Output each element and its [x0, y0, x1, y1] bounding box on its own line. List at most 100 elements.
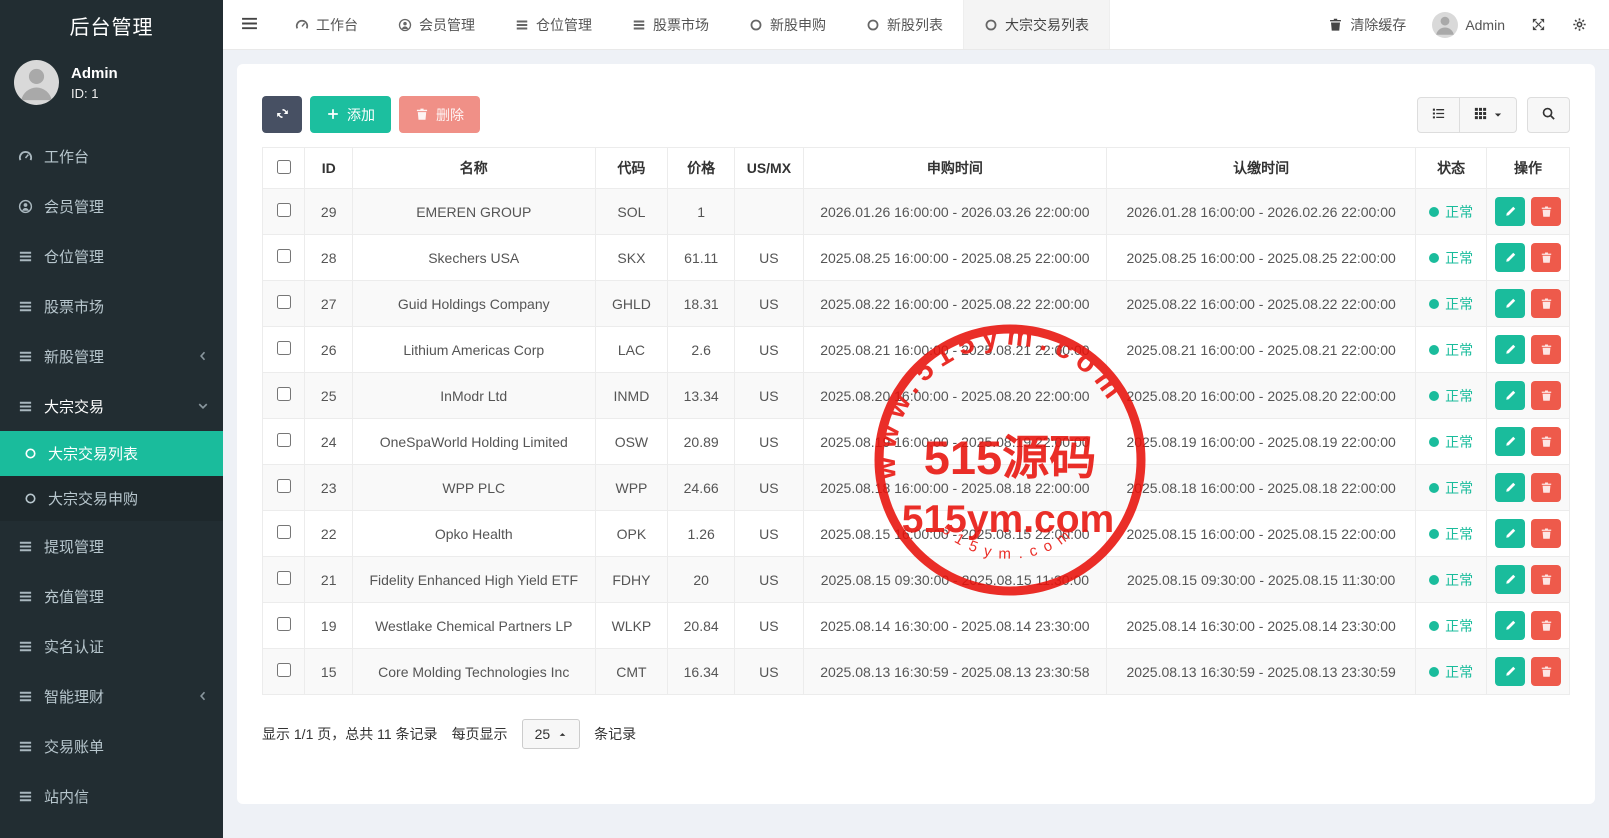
- nav-tab-4[interactable]: 新股申购: [729, 0, 846, 49]
- sidebar-item-10[interactable]: 交易账单: [0, 721, 223, 771]
- cell-status: 正常: [1416, 419, 1487, 465]
- column-header-1: 名称: [352, 148, 595, 189]
- edit-button[interactable]: [1495, 335, 1525, 364]
- edit-button[interactable]: [1495, 473, 1525, 502]
- clear-cache-label: 清除缓存: [1350, 15, 1406, 35]
- row-checkbox[interactable]: [277, 571, 291, 585]
- add-button[interactable]: 添加: [310, 96, 391, 133]
- row-delete-button[interactable]: [1531, 657, 1561, 686]
- sidebar-item-6[interactable]: 提现管理: [0, 521, 223, 571]
- refresh-button[interactable]: [262, 96, 302, 133]
- sidebar-subitem-5-1[interactable]: 大宗交易申购: [0, 476, 223, 521]
- columns-dropdown-button[interactable]: [1460, 97, 1517, 133]
- row-delete-button[interactable]: [1531, 519, 1561, 548]
- row-checkbox[interactable]: [277, 479, 291, 493]
- cell-price: 20.84: [668, 603, 735, 649]
- column-header-6: 认缴时间: [1106, 148, 1415, 189]
- sidebar-item-2[interactable]: 仓位管理: [0, 231, 223, 281]
- sidebar-item-7[interactable]: 充值管理: [0, 571, 223, 621]
- sidebar-item-5[interactable]: 大宗交易: [0, 381, 223, 431]
- gears-icon[interactable]: [1572, 17, 1587, 32]
- sidebar-item-label: 大宗交易: [44, 396, 197, 417]
- list-view-button[interactable]: [1417, 97, 1460, 133]
- nav-tab-1[interactable]: 会员管理: [378, 0, 495, 49]
- sidebar-item-0[interactable]: 工作台: [0, 131, 223, 181]
- cell-apply-time: 2025.08.21 16:00:00 - 2025.08.21 22:00:0…: [803, 327, 1106, 373]
- sidebar-item-11[interactable]: 站内信: [0, 771, 223, 821]
- edit-button[interactable]: [1495, 519, 1525, 548]
- cell-code: SKX: [595, 235, 668, 281]
- sidebar-subitem-5-0[interactable]: 大宗交易列表: [0, 431, 223, 476]
- row-delete-button[interactable]: [1531, 473, 1561, 502]
- column-header-8: 操作: [1487, 148, 1570, 189]
- clear-cache-button[interactable]: 清除缓存: [1328, 15, 1406, 35]
- row-checkbox[interactable]: [277, 525, 291, 539]
- user-menu[interactable]: Admin: [1432, 12, 1505, 38]
- sidebar-item-label: 提现管理: [44, 536, 209, 557]
- row-delete-button[interactable]: [1531, 381, 1561, 410]
- nav-tab-2[interactable]: 仓位管理: [495, 0, 612, 49]
- person-icon: [14, 60, 59, 105]
- caret-down-icon: [1493, 110, 1503, 120]
- select-all-checkbox[interactable]: [277, 160, 291, 174]
- row-checkbox[interactable]: [277, 203, 291, 217]
- nav-tab-6[interactable]: 大宗交易列表: [963, 0, 1110, 49]
- row-select-cell: [263, 419, 305, 465]
- add-button-label: 添加: [347, 105, 375, 125]
- nav-tab-label: 工作台: [316, 15, 358, 35]
- row-checkbox[interactable]: [277, 249, 291, 263]
- menu-icon: [241, 15, 258, 35]
- nav-tab-0[interactable]: 工作台: [275, 0, 378, 49]
- edit-button[interactable]: [1495, 289, 1525, 318]
- delete-button[interactable]: 删除: [399, 96, 480, 133]
- row-checkbox[interactable]: [277, 663, 291, 677]
- per-page-value: 25: [535, 726, 551, 742]
- row-delete-button[interactable]: [1531, 289, 1561, 318]
- cell-subscribe-time: 2025.08.15 09:30:00 - 2025.08.15 11:30:0…: [1106, 557, 1415, 603]
- edit-button[interactable]: [1495, 657, 1525, 686]
- row-checkbox[interactable]: [277, 341, 291, 355]
- cell-id: 29: [305, 189, 353, 235]
- row-checkbox[interactable]: [277, 295, 291, 309]
- edit-button[interactable]: [1495, 611, 1525, 640]
- table-row: 23WPP PLCWPP24.66US2025.08.18 16:00:00 -…: [263, 465, 1570, 511]
- row-checkbox[interactable]: [277, 387, 291, 401]
- row-delete-button[interactable]: [1531, 427, 1561, 456]
- row-delete-button[interactable]: [1531, 565, 1561, 594]
- cell-apply-time: 2025.08.22 16:00:00 - 2025.08.22 22:00:0…: [803, 281, 1106, 327]
- avatar: [1432, 12, 1458, 38]
- sidebar-item-8[interactable]: 实名认证: [0, 621, 223, 671]
- pagination-summary: 显示 1/1 页，总共 11 条记录: [262, 724, 438, 744]
- search-button[interactable]: [1527, 97, 1570, 133]
- sidebar-item-4[interactable]: 新股管理: [0, 331, 223, 381]
- cell-id: 24: [305, 419, 353, 465]
- sidebar-item-9[interactable]: 智能理财: [0, 671, 223, 721]
- nav-tab-3[interactable]: 股票市场: [612, 0, 729, 49]
- fullscreen-icon[interactable]: [1531, 17, 1546, 32]
- sidebar-item-3[interactable]: 股票市场: [0, 281, 223, 331]
- status-dot: [1429, 299, 1439, 309]
- search-icon: [1541, 106, 1556, 123]
- edit-button[interactable]: [1495, 427, 1525, 456]
- row-delete-button[interactable]: [1531, 243, 1561, 272]
- nav-tab-5[interactable]: 新股列表: [846, 0, 963, 49]
- edit-button[interactable]: [1495, 565, 1525, 594]
- per-page-label: 每页显示: [452, 724, 508, 744]
- sidebar-item-1[interactable]: 会员管理: [0, 181, 223, 231]
- row-delete-button[interactable]: [1531, 335, 1561, 364]
- data-table: ID名称代码价格US/MX申购时间认缴时间状态操作 29EMEREN GROUP…: [262, 147, 1570, 695]
- per-page-select[interactable]: 25: [522, 719, 581, 749]
- edit-button[interactable]: [1495, 243, 1525, 272]
- row-delete-button[interactable]: [1531, 197, 1561, 226]
- row-delete-button[interactable]: [1531, 611, 1561, 640]
- row-checkbox[interactable]: [277, 433, 291, 447]
- list-icon: [18, 589, 44, 604]
- row-checkbox[interactable]: [277, 617, 291, 631]
- sidebar-toggle-button[interactable]: [223, 0, 275, 49]
- cell-subscribe-time: 2025.08.20 16:00:00 - 2025.08.20 22:00:0…: [1106, 373, 1415, 419]
- cell-apply-time: 2025.08.14 16:30:00 - 2025.08.14 23:30:0…: [803, 603, 1106, 649]
- sidebar: 后台管理 Admin ID: 1 工作台会员管理仓位管理股票市场新股管理大宗交易…: [0, 0, 223, 838]
- edit-button[interactable]: [1495, 381, 1525, 410]
- status-dot: [1429, 575, 1439, 585]
- edit-button[interactable]: [1495, 197, 1525, 226]
